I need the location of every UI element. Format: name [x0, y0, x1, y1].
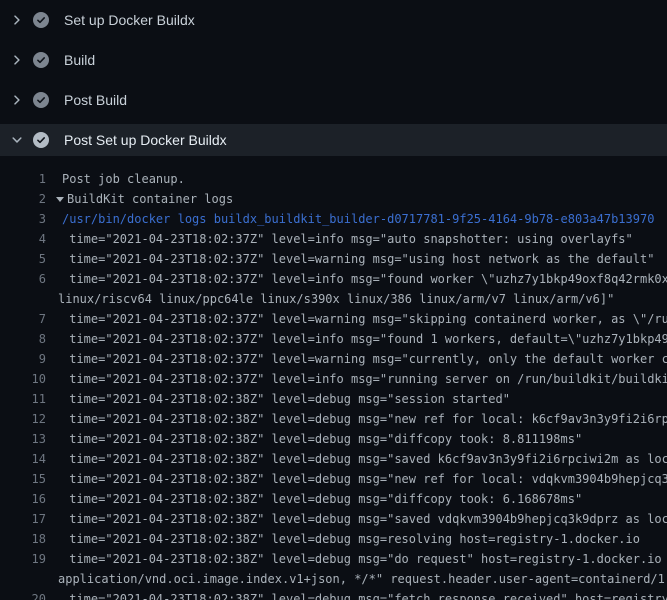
log-text: time="2021-04-23T18:02:38Z" level=debug …: [62, 529, 640, 549]
log-row: 12 time="2021-04-23T18:02:38Z" level=deb…: [0, 409, 667, 429]
log-text[interactable]: BuildKit container logs: [62, 189, 233, 209]
log-text: time="2021-04-23T18:02:38Z" level=debug …: [62, 589, 667, 600]
log-row: 16 time="2021-04-23T18:02:38Z" level=deb…: [0, 489, 667, 509]
line-number[interactable]: 3: [0, 209, 46, 229]
line-number[interactable]: 15: [0, 469, 46, 489]
log-row: 15 time="2021-04-23T18:02:38Z" level=deb…: [0, 469, 667, 489]
group-label[interactable]: BuildKit container logs: [67, 192, 233, 206]
log-row: 13 time="2021-04-23T18:02:38Z" level=deb…: [0, 429, 667, 449]
step-name: Post Build: [64, 92, 127, 108]
line-number[interactable]: 14: [0, 449, 46, 469]
line-number[interactable]: 9: [0, 349, 46, 369]
log-text: application/vnd.oci.image.index.v1+json,…: [58, 569, 667, 589]
step-name: Build: [64, 52, 95, 68]
step-name: Set up Docker Buildx: [64, 12, 195, 28]
step-row-set-up-docker-buildx[interactable]: Set up Docker Buildx: [0, 0, 667, 40]
log-text: time="2021-04-23T18:02:37Z" level=warnin…: [62, 349, 667, 369]
log-row: 11 time="2021-04-23T18:02:38Z" level=deb…: [0, 389, 667, 409]
log-text: time="2021-04-23T18:02:38Z" level=debug …: [62, 449, 667, 469]
line-number[interactable]: 17: [0, 509, 46, 529]
step-row-post-set-up-docker-buildx[interactable]: Post Set up Docker Buildx: [0, 124, 667, 156]
log-row: application/vnd.oci.image.index.v1+json,…: [0, 569, 667, 589]
line-number[interactable]: 13: [0, 429, 46, 449]
step-name: Post Set up Docker Buildx: [64, 132, 227, 148]
step-row-build[interactable]: Build: [0, 40, 667, 80]
job-log-viewer: Set up Docker Buildx Build Post Build Po…: [0, 0, 667, 600]
line-number[interactable]: 10: [0, 369, 46, 389]
line-number[interactable]: 7: [0, 309, 46, 329]
log-text: linux/riscv64 linux/ppc64le linux/s390x …: [58, 289, 614, 309]
line-number[interactable]: 5: [0, 249, 46, 269]
line-number[interactable]: 20: [0, 589, 46, 600]
line-number: [0, 289, 46, 309]
log-row: 19 time="2021-04-23T18:02:38Z" level=deb…: [0, 549, 667, 569]
log-lines: 1 Post job cleanup. 2 BuildKit container…: [0, 160, 667, 600]
log-text: time="2021-04-23T18:02:37Z" level=info m…: [62, 329, 667, 349]
log-text: time="2021-04-23T18:02:38Z" level=debug …: [62, 389, 510, 409]
log-row: 20 time="2021-04-23T18:02:38Z" level=deb…: [0, 589, 667, 600]
check-circle-icon: [33, 12, 49, 28]
log-row: 17 time="2021-04-23T18:02:38Z" level=deb…: [0, 509, 667, 529]
chevron-right-icon[interactable]: [10, 93, 24, 107]
log-text: time="2021-04-23T18:02:38Z" level=debug …: [62, 489, 582, 509]
step-row-post-build[interactable]: Post Build: [0, 80, 667, 120]
log-text: time="2021-04-23T18:02:37Z" level=info m…: [62, 229, 633, 249]
log-row: 1 Post job cleanup.: [0, 169, 667, 189]
command-text: /usr/bin/docker logs buildx_buildkit_bui…: [62, 209, 654, 229]
check-circle-icon: [33, 52, 49, 68]
chevron-right-icon[interactable]: [10, 13, 24, 27]
log-row: 9 time="2021-04-23T18:02:37Z" level=warn…: [0, 349, 667, 369]
log-row: 5 time="2021-04-23T18:02:37Z" level=warn…: [0, 249, 667, 269]
line-number[interactable]: 12: [0, 409, 46, 429]
log-row: 10 time="2021-04-23T18:02:37Z" level=inf…: [0, 369, 667, 389]
log-text: time="2021-04-23T18:02:38Z" level=debug …: [62, 509, 667, 529]
line-number[interactable]: 19: [0, 549, 46, 569]
log-row: 6 time="2021-04-23T18:02:37Z" level=info…: [0, 269, 667, 289]
log-text: time="2021-04-23T18:02:38Z" level=debug …: [62, 409, 667, 429]
log-text: time="2021-04-23T18:02:37Z" level=warnin…: [62, 249, 654, 269]
line-number[interactable]: 16: [0, 489, 46, 509]
line-number[interactable]: 8: [0, 329, 46, 349]
steps-list: Set up Docker Buildx Build Post Build Po…: [0, 0, 667, 156]
chevron-right-icon[interactable]: [10, 53, 24, 67]
log-row: 18 time="2021-04-23T18:02:38Z" level=deb…: [0, 529, 667, 549]
line-number[interactable]: 6: [0, 269, 46, 289]
log-row: 14 time="2021-04-23T18:02:38Z" level=deb…: [0, 449, 667, 469]
log-row: 8 time="2021-04-23T18:02:37Z" level=info…: [0, 329, 667, 349]
line-number[interactable]: 18: [0, 529, 46, 549]
check-circle-icon: [33, 92, 49, 108]
line-number[interactable]: 4: [0, 229, 46, 249]
log-text: time="2021-04-23T18:02:38Z" level=debug …: [62, 549, 667, 569]
group-caret-icon[interactable]: [56, 197, 64, 202]
log-row: 2 BuildKit container logs: [0, 189, 667, 209]
log-text: time="2021-04-23T18:02:37Z" level=warnin…: [62, 309, 667, 329]
log-text: time="2021-04-23T18:02:37Z" level=info m…: [62, 269, 667, 289]
line-number[interactable]: 11: [0, 389, 46, 409]
log-text: time="2021-04-23T18:02:37Z" level=info m…: [62, 369, 667, 389]
log-row: linux/riscv64 linux/ppc64le linux/s390x …: [0, 289, 667, 309]
check-circle-icon: [33, 132, 49, 148]
line-number[interactable]: 2: [0, 189, 46, 209]
log-text: time="2021-04-23T18:02:38Z" level=debug …: [62, 469, 667, 489]
line-number: [0, 569, 46, 589]
log-row: 3 /usr/bin/docker logs buildx_buildkit_b…: [0, 209, 667, 229]
log-row: 7 time="2021-04-23T18:02:37Z" level=warn…: [0, 309, 667, 329]
log-text: time="2021-04-23T18:02:38Z" level=debug …: [62, 429, 582, 449]
log-text: Post job cleanup.: [62, 169, 185, 189]
log-row: 4 time="2021-04-23T18:02:37Z" level=info…: [0, 229, 667, 249]
chevron-down-icon[interactable]: [10, 133, 24, 147]
line-number[interactable]: 1: [0, 169, 46, 189]
